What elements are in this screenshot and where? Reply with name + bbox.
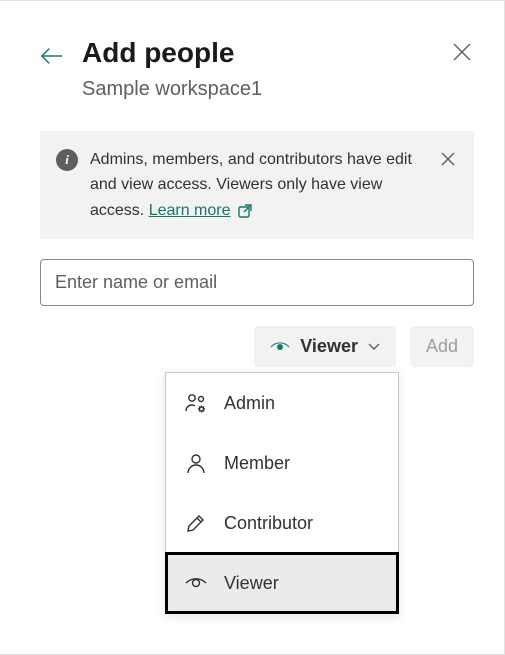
eye-icon bbox=[270, 339, 290, 355]
person-icon bbox=[184, 451, 208, 475]
eye-icon bbox=[184, 571, 208, 595]
edit-icon bbox=[184, 511, 208, 535]
role-dropdown-menu: Admin Member Contributor bbox=[165, 372, 399, 614]
learn-more-link[interactable]: Learn more bbox=[149, 198, 253, 224]
add-button[interactable]: Add bbox=[410, 326, 474, 367]
role-option-admin[interactable]: Admin bbox=[166, 373, 398, 433]
role-option-contributor[interactable]: Contributor bbox=[166, 493, 398, 553]
dialog-title: Add people bbox=[82, 36, 450, 70]
close-icon[interactable] bbox=[450, 40, 474, 64]
people-gear-icon bbox=[184, 391, 208, 415]
role-option-member[interactable]: Member bbox=[166, 433, 398, 493]
role-dropdown-button[interactable]: Viewer bbox=[254, 326, 396, 367]
info-text: Admins, members, and contributors have e… bbox=[90, 147, 426, 224]
dialog-subtitle: Sample workspace1 bbox=[82, 78, 450, 101]
name-email-input[interactable] bbox=[40, 259, 474, 306]
banner-close-icon[interactable] bbox=[438, 149, 458, 169]
info-banner: i Admins, members, and contributors have… bbox=[40, 131, 474, 240]
back-icon[interactable] bbox=[40, 44, 64, 68]
chevron-down-icon bbox=[368, 343, 380, 351]
role-option-viewer[interactable]: Viewer bbox=[166, 553, 398, 613]
info-icon: i bbox=[56, 149, 78, 171]
dialog-header: Add people Sample workspace1 bbox=[0, 1, 504, 121]
external-link-icon bbox=[237, 203, 253, 219]
